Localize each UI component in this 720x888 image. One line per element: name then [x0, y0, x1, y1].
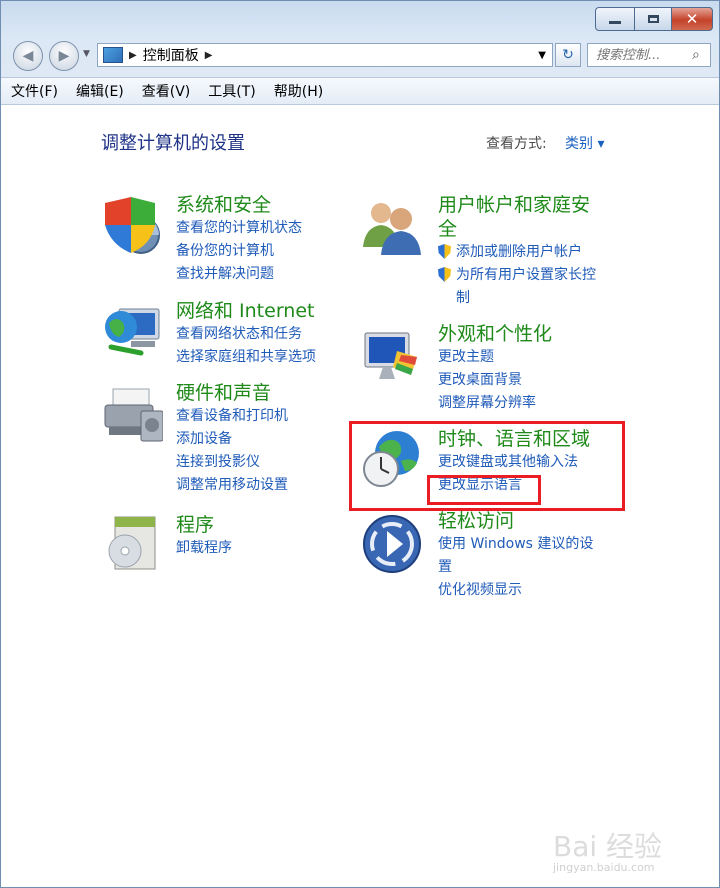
- highlight-box-display-language: [427, 475, 541, 505]
- window-controls: ✕: [595, 7, 713, 31]
- control-panel-window: ✕ ◀ ▶ ▼ ▶ 控制面板 ▶ ▼ ↻ ⌕ 文件(F) 编辑(E) 查看(V)…: [0, 0, 720, 888]
- back-button[interactable]: ◀: [13, 41, 43, 71]
- programs-disc-icon: [108, 516, 156, 570]
- link-mobility-settings[interactable]: 调整常用移动设置: [176, 474, 288, 497]
- link-parental-controls-label[interactable]: 为所有用户设置家长控: [456, 264, 596, 287]
- category-appearance: 外观和个性化 更改主题 更改桌面背景 调整屏幕分辨率: [438, 322, 552, 415]
- category-ease-of-access: 轻松访问 使用 Windows 建议的设 置 优化视频显示: [438, 509, 593, 602]
- recent-pages-dropdown-icon[interactable]: ▼: [83, 49, 90, 59]
- link-add-remove-accounts-label[interactable]: 添加或删除用户帐户: [456, 241, 582, 264]
- forward-arrow-icon: ▶: [58, 48, 70, 64]
- link-view-computer-status[interactable]: 查看您的计算机状态: [176, 217, 302, 240]
- menu-tools[interactable]: 工具(T): [198, 81, 263, 101]
- close-button[interactable]: ✕: [672, 7, 713, 31]
- link-view-network-status[interactable]: 查看网络状态和任务: [176, 323, 316, 346]
- link-add-remove-accounts[interactable]: 添加或删除用户帐户: [438, 241, 596, 264]
- category-title-appearance[interactable]: 外观和个性化: [438, 322, 552, 346]
- link-screen-resolution[interactable]: 调整屏幕分辨率: [438, 392, 552, 415]
- menu-edit[interactable]: 编辑(E): [66, 81, 132, 101]
- watermark-url: jingyan.baidu.com: [553, 861, 655, 874]
- menu-bar: 文件(F) 编辑(E) 查看(V) 工具(T) 帮助(H): [1, 77, 719, 105]
- view-by-label: 查看方式:: [486, 136, 547, 152]
- maximize-icon: [647, 15, 659, 23]
- uac-shield-icon: [438, 244, 451, 259]
- accessibility-icon: [363, 515, 421, 573]
- link-optimize-video[interactable]: 优化视频显示: [438, 579, 593, 602]
- users-icon: [363, 203, 421, 255]
- title-bar: ✕: [1, 1, 719, 39]
- security-shield-icon: [105, 197, 160, 254]
- link-parental-controls[interactable]: 为所有用户设置家长控: [438, 264, 596, 287]
- refresh-icon: ↻: [562, 47, 574, 63]
- search-input[interactable]: [594, 46, 688, 64]
- category-user-accounts: 用户帐户和家庭安 全 添加或删除用户帐户 为所有用户设置家长控 制: [438, 193, 596, 310]
- back-arrow-icon: ◀: [22, 48, 34, 64]
- menu-view[interactable]: 查看(V): [132, 81, 199, 101]
- link-find-fix-problems[interactable]: 查找并解决问题: [176, 263, 302, 286]
- page-title: 调整计算机的设置: [101, 133, 245, 154]
- link-backup-computer[interactable]: 备份您的计算机: [176, 240, 302, 263]
- category-system-security: 系统和安全 查看您的计算机状态 备份您的计算机 查找并解决问题: [176, 193, 302, 286]
- control-panel-icon: [103, 47, 123, 63]
- printer-icon: [104, 388, 163, 442]
- category-title-user-accounts-line1[interactable]: 用户帐户和家庭安: [438, 193, 596, 217]
- monitor-palette-icon: [364, 332, 417, 379]
- menu-help[interactable]: 帮助(H): [264, 81, 331, 101]
- link-view-devices-printers[interactable]: 查看设备和打印机: [176, 405, 288, 428]
- refresh-button[interactable]: ↻: [555, 43, 581, 67]
- link-parental-controls-wrap[interactable]: 制: [438, 287, 596, 310]
- address-bar[interactable]: ▶ 控制面板 ▶ ▼: [97, 43, 553, 67]
- network-globe-icon: [105, 308, 160, 356]
- watermark-logo: Bai 经验: [553, 830, 663, 863]
- link-change-background[interactable]: 更改桌面背景: [438, 369, 552, 392]
- category-title-user-accounts-line2[interactable]: 全: [438, 217, 596, 241]
- category-title-ease-of-access[interactable]: 轻松访问: [438, 509, 593, 533]
- view-by-dropdown[interactable]: 类别 ▾: [565, 133, 604, 153]
- uac-shield-icon: [438, 267, 451, 282]
- maximize-button[interactable]: [635, 7, 672, 31]
- search-icon[interactable]: ⌕: [692, 47, 700, 63]
- search-box[interactable]: ⌕: [587, 43, 711, 67]
- close-icon: ✕: [685, 10, 699, 28]
- category-title-hardware-sound[interactable]: 硬件和声音: [176, 381, 288, 405]
- breadcrumb-separator-icon[interactable]: ▶: [129, 50, 137, 61]
- category-network-internet: 网络和 Internet 查看网络状态和任务 选择家庭组和共享选项: [176, 299, 316, 369]
- breadcrumb-separator-icon[interactable]: ▶: [205, 50, 213, 61]
- link-homegroup-sharing[interactable]: 选择家庭组和共享选项: [176, 346, 316, 369]
- menu-file[interactable]: 文件(F): [1, 81, 66, 101]
- category-title-programs[interactable]: 程序: [176, 513, 232, 537]
- category-title-system-security[interactable]: 系统和安全: [176, 193, 302, 217]
- link-change-theme[interactable]: 更改主题: [438, 346, 552, 369]
- breadcrumb-control-panel[interactable]: 控制面板: [143, 45, 199, 65]
- category-title-network-internet[interactable]: 网络和 Internet: [176, 299, 316, 323]
- link-add-device[interactable]: 添加设备: [176, 428, 288, 451]
- navigation-bar: ◀ ▶ ▼ ▶ 控制面板 ▶ ▼ ↻ ⌕: [1, 39, 719, 75]
- link-uninstall-program[interactable]: 卸载程序: [176, 537, 232, 560]
- link-connect-projector[interactable]: 连接到投影仪: [176, 451, 288, 474]
- minimize-icon: [609, 21, 621, 24]
- link-windows-recommended-settings[interactable]: 使用 Windows 建议的设: [438, 533, 593, 556]
- minimize-button[interactable]: [595, 7, 635, 31]
- category-hardware-sound: 硬件和声音 查看设备和打印机 添加设备 连接到投影仪 调整常用移动设置: [176, 381, 288, 497]
- forward-button[interactable]: ▶: [49, 41, 79, 71]
- content-area: 调整计算机的设置 查看方式: 类别 ▾ 系统和安全 查看您的计算机状态 备份您的…: [1, 105, 719, 887]
- category-programs: 程序 卸载程序: [176, 513, 232, 560]
- link-windows-recommended-settings-wrap[interactable]: 置: [438, 556, 593, 579]
- address-dropdown-icon[interactable]: ▼: [538, 50, 546, 61]
